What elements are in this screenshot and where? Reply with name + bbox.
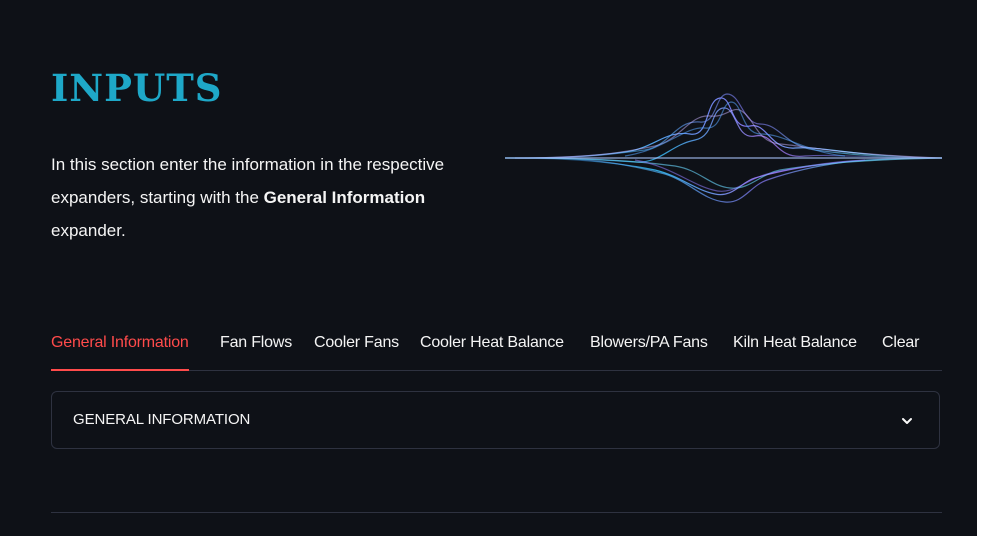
page-title: INPUTS [51, 66, 223, 110]
tab-blowers-pa-fans[interactable]: Blowers/PA Fans [590, 330, 708, 370]
section-divider [51, 512, 942, 513]
intro-text-part: expander. [51, 221, 126, 240]
intro-bold-general-information: General Information [263, 188, 426, 207]
chevron-down-icon[interactable] [901, 415, 913, 427]
tab-cooler-heat-balance[interactable]: Cooler Heat Balance [420, 330, 564, 370]
expander-label: GENERAL INFORMATION [73, 411, 251, 428]
tab-cooler-fans[interactable]: Cooler Fans [314, 330, 399, 370]
tab-fan-flows[interactable]: Fan Flows [220, 330, 292, 370]
general-information-expander[interactable]: GENERAL INFORMATION [51, 391, 940, 449]
window-edge [977, 0, 981, 536]
sound-wave-image [505, 93, 942, 203]
intro-text: In this section enter the information in… [51, 148, 481, 247]
tab-bar: General Information Fan Flows Cooler Fan… [51, 330, 942, 371]
tab-clear[interactable]: Clear [882, 330, 919, 370]
tab-kiln-heat-balance[interactable]: Kiln Heat Balance [733, 330, 857, 370]
wave-strands [505, 93, 942, 203]
tab-general-information[interactable]: General Information [51, 330, 189, 371]
